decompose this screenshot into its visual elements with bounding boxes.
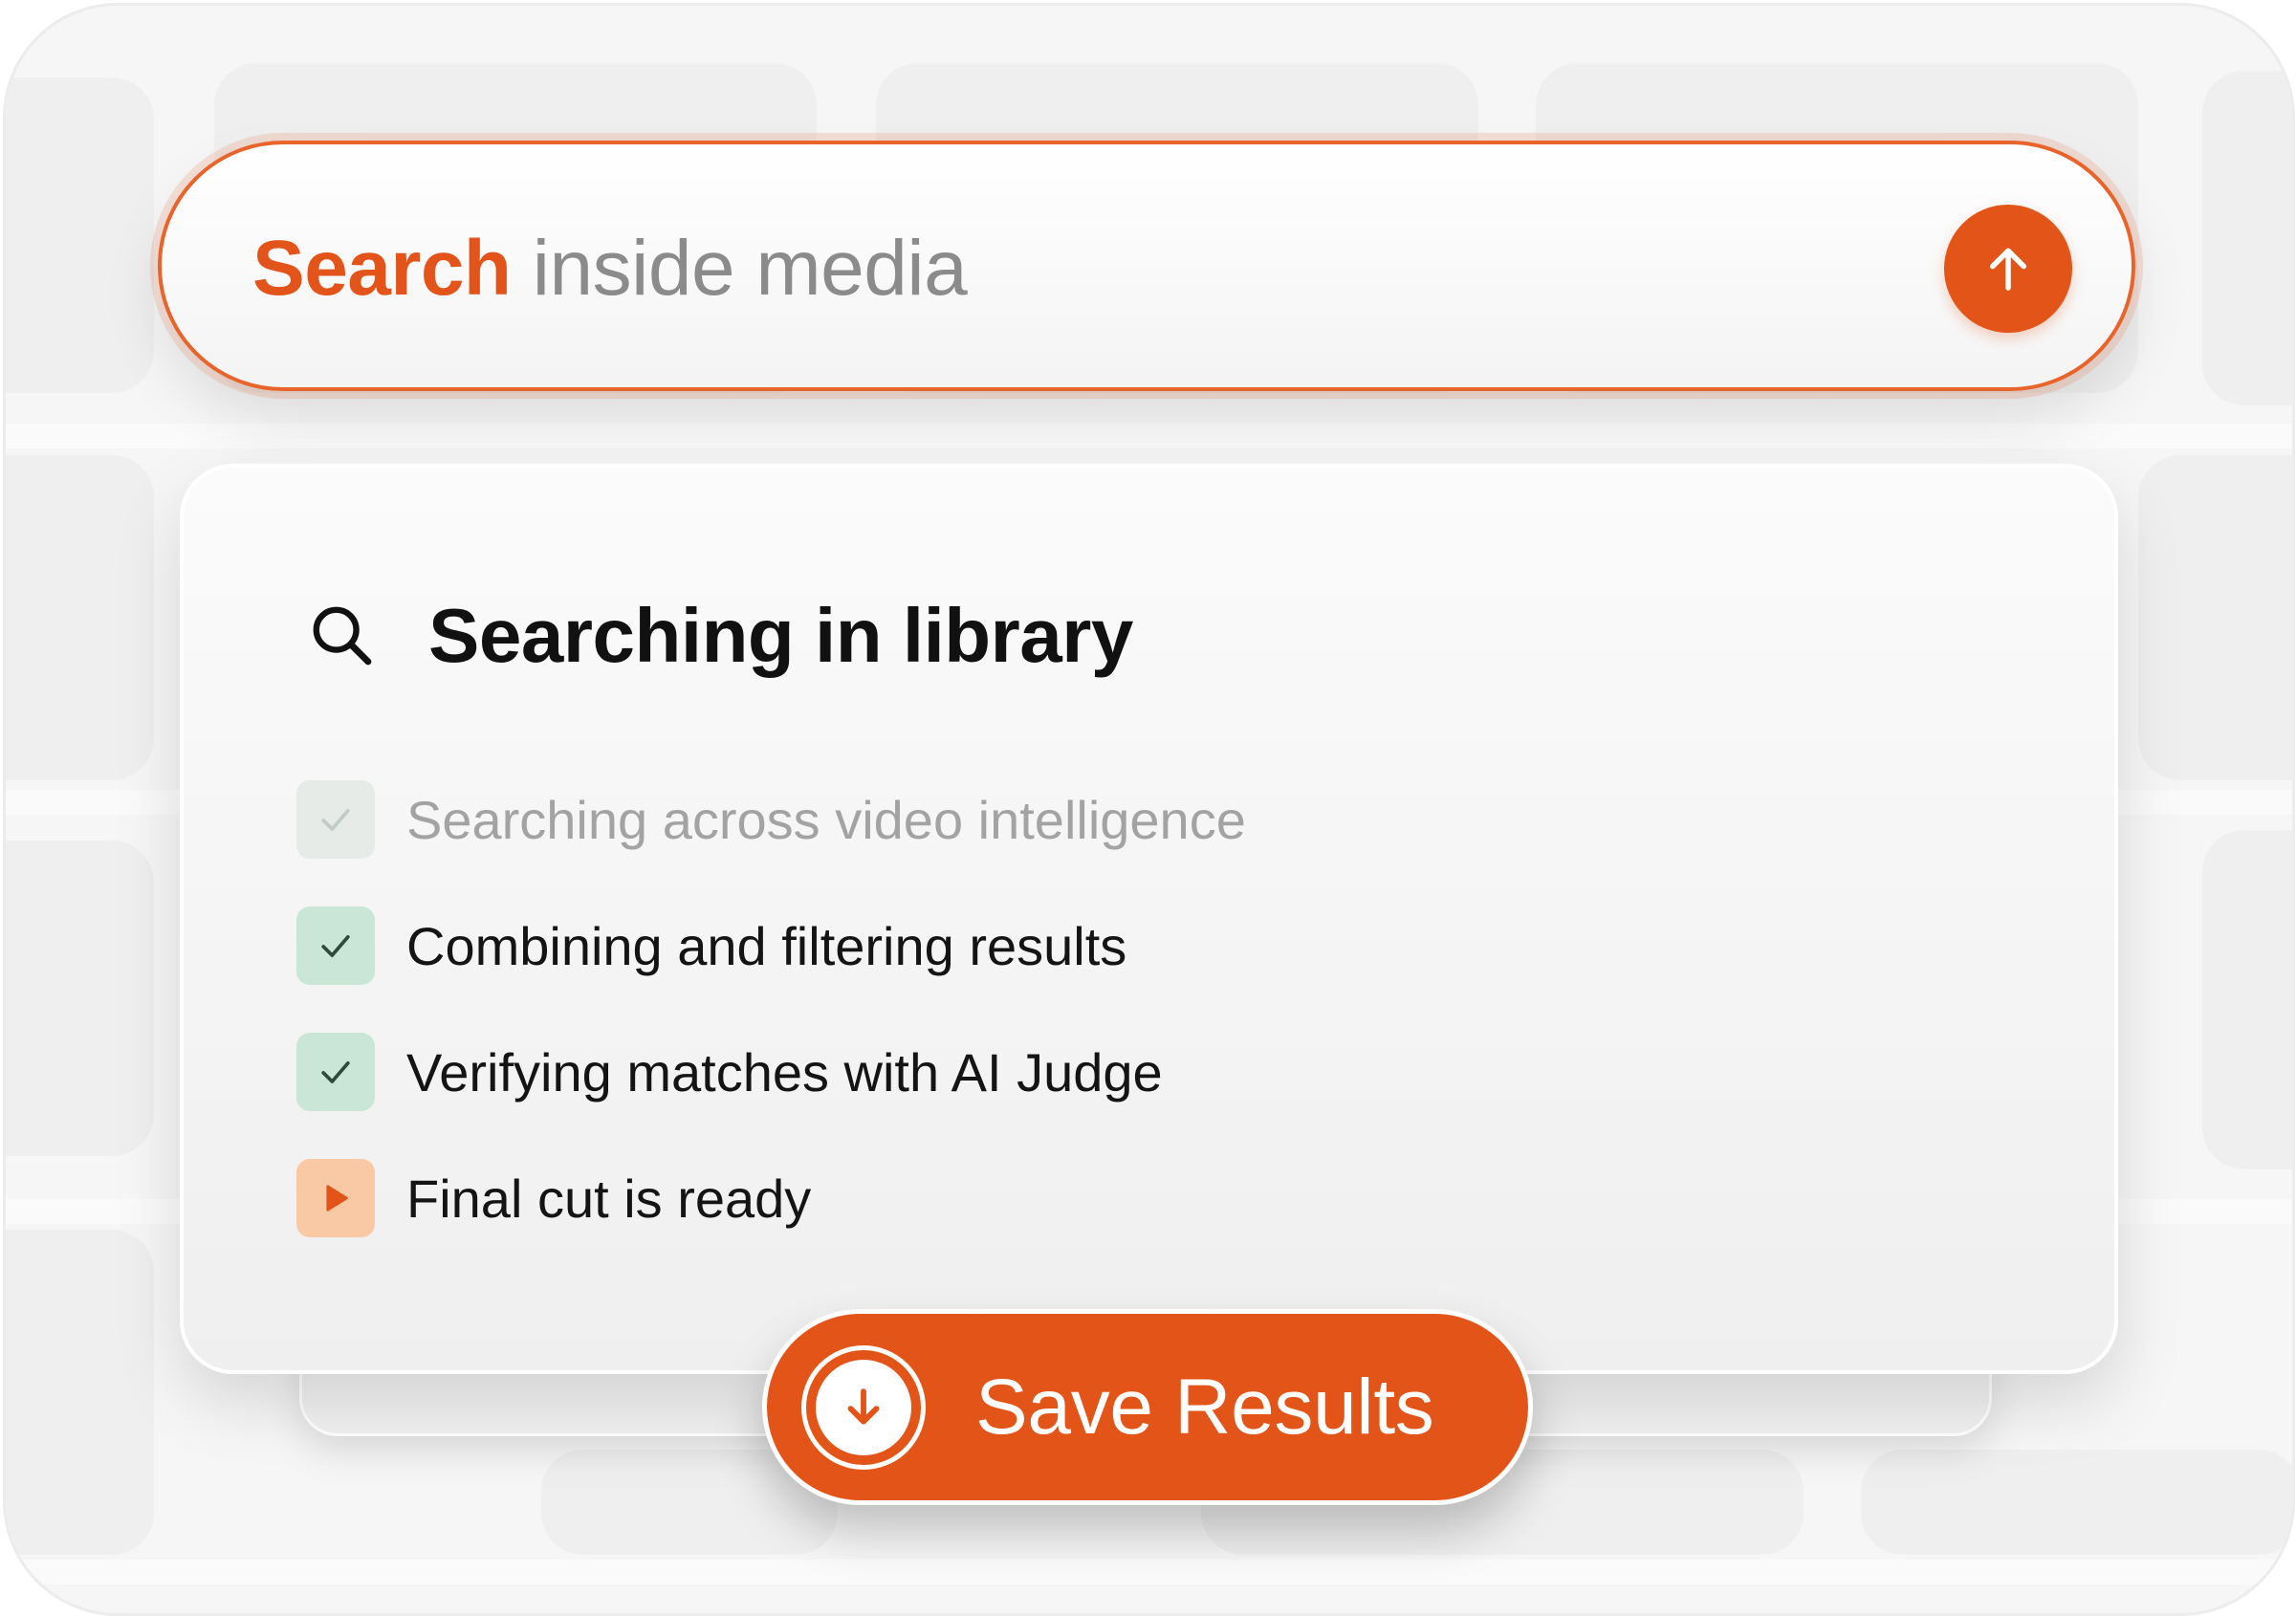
step-status-box — [296, 780, 375, 859]
check-icon — [321, 1061, 350, 1083]
save-icon-disc — [816, 1359, 911, 1455]
search-progress-card: Searching in library Searching across vi… — [180, 464, 2118, 1374]
step-status-box — [296, 1159, 375, 1237]
save-icon-ring — [801, 1344, 926, 1470]
submit-search-button[interactable] — [1944, 205, 2072, 333]
background-band — [6, 1560, 2292, 1584]
step-status-box — [296, 906, 375, 985]
play-icon — [326, 1185, 348, 1212]
step-item-final-cut: Final cut is ready — [296, 1159, 811, 1237]
save-results-button[interactable]: Save Results — [762, 1309, 1533, 1505]
step-item-searching: Searching across video intelligence — [296, 780, 1246, 859]
card-header: Searching in library — [306, 592, 1133, 680]
arrow-up-icon — [1990, 248, 2026, 291]
step-status-box — [296, 1033, 375, 1111]
step-label: Searching across video intelligence — [406, 789, 1246, 850]
background-tile — [2138, 455, 2292, 780]
step-label: Final cut is ready — [406, 1168, 812, 1229]
step-item-verifying: Verifying matches with AI Judge — [296, 1033, 1163, 1111]
step-label: Verifying matches with AI Judge — [406, 1041, 1163, 1103]
background-tile — [2202, 830, 2292, 1169]
save-results-label: Save Results — [975, 1363, 1434, 1451]
background-tile — [6, 1230, 154, 1555]
background-tile — [6, 841, 154, 1156]
background-tile — [2202, 71, 2292, 405]
check-icon — [321, 809, 350, 831]
search-icon — [313, 606, 372, 666]
search-bar[interactable]: Search inside media — [158, 141, 2135, 391]
download-arrow-icon — [847, 1387, 880, 1425]
search-accent-text: Search — [252, 225, 512, 312]
check-icon — [321, 935, 350, 957]
search-placeholder-text: inside media — [511, 225, 968, 312]
background-tile — [1861, 1450, 2292, 1555]
search-input[interactable]: Search inside media — [252, 223, 968, 315]
background-tile — [6, 455, 154, 780]
step-item-combining: Combining and filtering results — [296, 906, 1126, 985]
step-label: Combining and filtering results — [406, 915, 1127, 976]
card-title: Searching in library — [428, 593, 1133, 678]
background-band — [6, 424, 2292, 448]
background-tile — [6, 77, 154, 393]
